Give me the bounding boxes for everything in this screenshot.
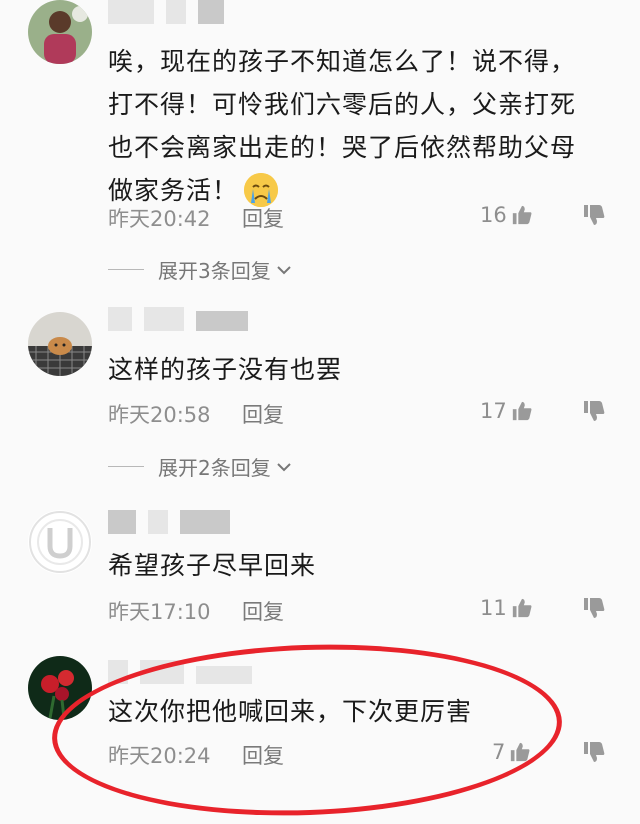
username[interactable] [108,510,230,534]
comment-text: 这次你把他喊回来，下次更厉害 [108,697,473,726]
like-count: 11 [480,596,507,620]
comment-time: 昨天17:10 [108,600,211,624]
like-button[interactable]: 7 [492,740,531,764]
comment-text: 这样的孩子没有也罢 [108,355,343,384]
thumbs-down-icon[interactable] [582,740,606,764]
reply-button[interactable]: 回复 [242,596,284,626]
like-count: 17 [480,399,507,423]
like-button[interactable]: 16 [480,203,533,227]
chevron-down-icon [277,462,291,471]
comment-time: 昨天20:24 [108,744,211,768]
username[interactable] [108,0,224,24]
expand-replies-button[interactable]: 展开3条回复 [108,255,293,284]
thumbs-down-icon[interactable] [582,399,606,423]
expand-replies-label: 展开2条回复 [158,456,271,480]
thumbs-up-icon [512,401,532,421]
avatar[interactable] [28,312,92,376]
thumbs-up-icon [512,598,532,618]
comment-time: 昨天20:58 [108,403,211,427]
reply-button[interactable]: 回复 [242,203,284,233]
thumbs-down-icon[interactable] [582,596,606,620]
like-count: 16 [480,203,507,227]
like-button[interactable]: 17 [480,399,533,423]
divider-line [108,466,144,467]
expand-replies-label: 展开3条回复 [158,259,271,283]
crying-face-emoji [244,173,279,207]
username[interactable] [108,660,252,684]
avatar[interactable] [28,510,92,574]
username[interactable] [108,307,248,331]
avatar[interactable] [28,656,92,720]
comment-time: 昨天20:42 [108,207,211,231]
thumbs-up-icon [511,742,530,762]
like-button[interactable]: 11 [480,596,533,620]
reply-button[interactable]: 回复 [242,399,284,429]
chevron-down-icon [277,265,291,274]
comment-text: 唉，现在的孩子不知道怎么了！说不得，打不得！可怜我们六零后的人，父亲打死也不会离… [108,47,577,207]
like-count: 7 [492,740,506,764]
thumbs-up-icon [512,205,532,225]
divider-line [108,269,144,270]
expand-replies-button[interactable]: 展开2条回复 [108,452,293,481]
avatar[interactable] [28,0,92,64]
comment-text: 希望孩子尽早回来 [108,551,317,580]
thumbs-down-icon[interactable] [582,203,606,227]
reply-button[interactable]: 回复 [242,740,284,770]
